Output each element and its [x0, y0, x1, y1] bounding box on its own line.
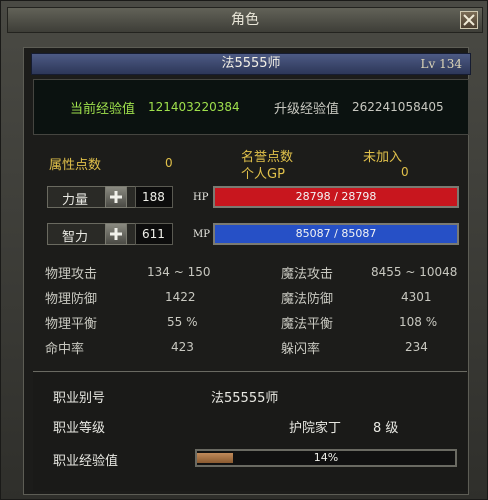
- evade-rate-value: 234: [405, 340, 428, 354]
- intelligence-label: 智力: [62, 230, 89, 245]
- section-divider: [33, 371, 467, 372]
- mp-text: 85087 / 85087: [295, 227, 377, 240]
- mag-atk-value: 8455 ~ 10048: [371, 265, 458, 279]
- phys-bal-label: 物理平衡: [45, 317, 98, 332]
- mp-tag: MP: [193, 229, 210, 240]
- plus-icon: [110, 191, 122, 203]
- attribute-points-value: 0: [165, 156, 173, 170]
- intelligence-value: 611: [135, 223, 173, 245]
- hp-tag: HP: [193, 192, 209, 203]
- evade-rate-label: 躲闪率: [281, 342, 321, 357]
- character-window: 角色 法5555师 Lv 134 当前经验值 121403220384 升级经验…: [0, 0, 488, 500]
- name-bar: 法5555师 Lv 134: [31, 53, 471, 75]
- plus-icon: [110, 228, 122, 240]
- phys-def-label: 物理防御: [45, 292, 98, 307]
- phys-def-value: 1422: [165, 290, 196, 304]
- close-button[interactable]: [460, 11, 478, 29]
- strength-value: 188: [135, 186, 173, 208]
- job-rank-name: 护院家丁: [289, 421, 342, 436]
- phys-atk-value: 134 ~ 150: [147, 265, 211, 279]
- phys-bal-value: 55 %: [167, 315, 198, 329]
- honor-points-value: 未加入: [363, 150, 403, 165]
- current-exp-value: 121403220384: [148, 100, 240, 114]
- attribute-points-label: 属性点数: [49, 158, 102, 173]
- job-exp-label: 职业经验值: [53, 454, 119, 469]
- close-icon: [463, 14, 475, 26]
- character-level: Lv 134: [420, 57, 462, 71]
- mp-bar: 85087 / 85087: [213, 223, 459, 245]
- job-exp-text: 14%: [313, 451, 339, 464]
- mag-bal-label: 魔法平衡: [281, 317, 334, 332]
- phys-atk-label: 物理攻击: [45, 267, 98, 282]
- hit-rate-label: 命中率: [45, 342, 85, 357]
- job-exp-bar: 14%: [195, 449, 457, 467]
- personal-gp-value: 0: [401, 165, 409, 179]
- personal-gp-label: 个人GP: [241, 167, 285, 182]
- strength-add-button[interactable]: [105, 186, 127, 208]
- strength-label: 力量: [62, 193, 89, 208]
- title-bar[interactable]: 角色: [7, 7, 483, 33]
- job-title-label: 职业别号: [53, 391, 106, 406]
- hit-rate-value: 423: [171, 340, 194, 354]
- job-rank-label: 职业等级: [53, 421, 106, 436]
- hp-bar: 28798 / 28798: [213, 186, 459, 208]
- current-exp-label: 当前经验值: [70, 102, 136, 117]
- job-title-value: 法55555师: [211, 391, 279, 406]
- hp-text: 28798 / 28798: [295, 190, 377, 203]
- experience-box: 当前经验值 121403220384 升级经验值 262241058405: [33, 79, 469, 135]
- job-rank-level: 8 级: [373, 421, 399, 436]
- character-name: 法5555师: [221, 56, 281, 71]
- mag-def-label: 魔法防御: [281, 292, 334, 307]
- intelligence-add-button[interactable]: [105, 223, 127, 245]
- upgrade-exp-value: 262241058405: [352, 100, 444, 114]
- window-title: 角色: [231, 12, 259, 28]
- mag-atk-label: 魔法攻击: [281, 267, 334, 282]
- mag-bal-value: 108 %: [399, 315, 438, 329]
- mag-def-value: 4301: [401, 290, 432, 304]
- upgrade-exp-label: 升级经验值: [274, 102, 340, 117]
